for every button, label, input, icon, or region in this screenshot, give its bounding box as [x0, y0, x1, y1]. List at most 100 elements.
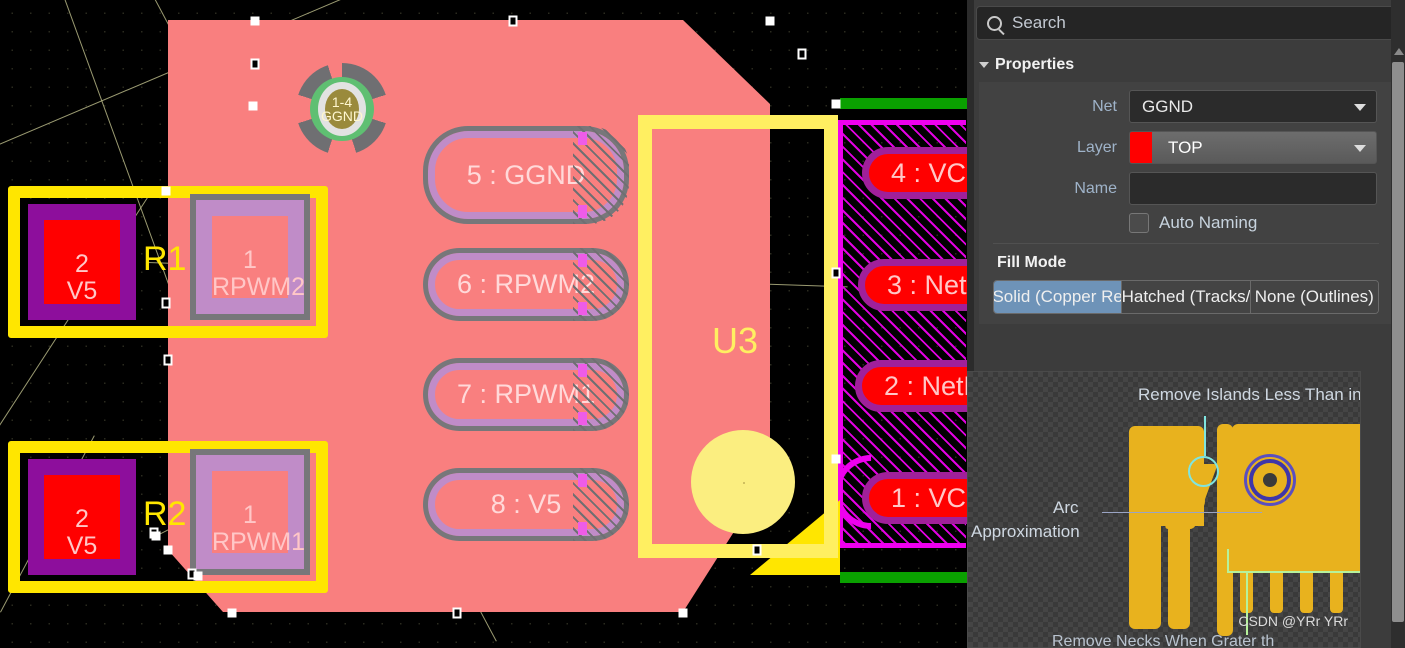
midpoint-handle[interactable]: [508, 15, 518, 27]
midpoint-handle[interactable]: [161, 297, 171, 309]
properties-panel: Search Properties Net GGND Layer TOP Nam…: [967, 0, 1405, 648]
net-label: Net: [1092, 97, 1117, 115]
pad-1[interactable]: 1 : VC: [862, 472, 967, 524]
watermark: CSDN @YRr YRr: [1238, 613, 1348, 629]
chevron-down-icon[interactable]: [1354, 145, 1366, 152]
midpoint-handle[interactable]: [163, 354, 173, 366]
u3-pad-circle[interactable]: [691, 430, 795, 534]
illus-via-hole: [1263, 473, 1277, 487]
pad-stub: [578, 522, 587, 535]
pad-6[interactable]: 6 : RPWM2: [423, 248, 629, 321]
illus-pin: [1330, 568, 1343, 613]
net-row: Net GGND: [979, 90, 1393, 123]
pad-stub: [578, 302, 587, 315]
fill-mode-none-button[interactable]: None (Outlines): [1250, 281, 1378, 313]
illus-copper-divider-bar: [1217, 424, 1233, 636]
green-trace: [840, 98, 967, 109]
midpoint-handle[interactable]: [752, 544, 762, 556]
midpoint-handle[interactable]: [452, 607, 462, 619]
pad-2[interactable]: 2 : NetR: [855, 360, 967, 412]
vertex-handle[interactable]: [227, 608, 237, 618]
illus-copper-mid-strip: [1168, 524, 1190, 629]
via-net: GGND: [321, 108, 363, 124]
pad-7[interactable]: 7 : RPWM1: [423, 358, 629, 431]
vertex-handle[interactable]: [248, 101, 258, 111]
layer-label: Layer: [1076, 138, 1117, 156]
fill-mode-solid-button[interactable]: Solid (Copper Re: [994, 281, 1123, 313]
pad-label: 7 : RPWM1: [456, 379, 596, 409]
net-select[interactable]: GGND: [1129, 90, 1377, 123]
pad-stub: [578, 474, 587, 487]
name-field[interactable]: [1129, 172, 1377, 205]
pad-4[interactable]: 4 : VC: [862, 147, 967, 199]
search-area: Search: [967, 0, 1405, 40]
vertex-handle[interactable]: [163, 545, 173, 555]
vertex-handle[interactable]: [161, 186, 171, 196]
auto-naming-label: Auto Naming: [1159, 213, 1258, 232]
arc-approximation-annotation-line2: Approximation: [971, 522, 1080, 541]
pad-number: 2: [75, 505, 89, 533]
vertex-handle[interactable]: [831, 99, 841, 109]
fill-mode-hatched-button[interactable]: Hatched (Tracks/: [1122, 281, 1251, 313]
illus-green-outline: [1227, 549, 1360, 573]
layer-row: Layer TOP: [979, 131, 1393, 164]
scroll-up-icon[interactable]: [1394, 48, 1404, 55]
chevron-down-icon[interactable]: [979, 62, 989, 68]
illus-pin: [1300, 568, 1313, 613]
auto-naming-row[interactable]: Auto Naming: [979, 213, 1393, 233]
properties-section-header[interactable]: Properties: [967, 40, 1405, 82]
thermal-via-ggnd[interactable]: 1-4 GGND: [296, 63, 388, 155]
illus-copper-left-lower: [1129, 524, 1161, 629]
green-trace: [840, 572, 967, 583]
r2-pad-2[interactable]: 2 V5: [28, 459, 136, 575]
pad-8[interactable]: 8 : V5: [423, 468, 629, 541]
auto-naming-checkbox[interactable]: [1129, 213, 1149, 233]
layer-color-swatch: [1130, 132, 1152, 163]
properties-title: Properties: [995, 56, 1075, 73]
midpoint-handle[interactable]: [831, 267, 841, 279]
pad-label: 5 : GGND: [466, 159, 586, 190]
illus-arc-leader: [1102, 512, 1262, 513]
pad-label: 6 : RPWM2: [456, 269, 596, 299]
vertex-handle[interactable]: [765, 16, 775, 26]
r1-pad-2[interactable]: 2 V5: [28, 204, 136, 320]
scrollbar-thumb[interactable]: [1392, 62, 1404, 622]
vertex-handle[interactable]: [678, 608, 688, 618]
midpoint-handle[interactable]: [797, 48, 807, 60]
r1-pad-1[interactable]: 1 RPWM2: [190, 194, 310, 320]
pad-3[interactable]: 3 : NetR: [858, 259, 967, 311]
pad-net: V5: [66, 277, 98, 305]
pad-stub: [578, 364, 587, 377]
vertex-handle[interactable]: [151, 531, 161, 541]
pad-number: 1: [243, 501, 257, 529]
remove-islands-annotation: Remove Islands Less Than in: [1138, 385, 1361, 404]
name-row: Name: [979, 172, 1393, 205]
arc-approximation-annotation-line1: Arc: [1053, 498, 1079, 517]
layer-field[interactable]: TOP: [1129, 131, 1377, 164]
properties-card: Net GGND Layer TOP Name Auto Naming Fill…: [979, 82, 1393, 324]
pad-stub: [578, 132, 587, 145]
midpoint-handle[interactable]: [250, 58, 260, 70]
search-bar[interactable]: Search: [976, 6, 1396, 40]
vertex-handle[interactable]: [193, 571, 203, 581]
illus-island-circle: [1188, 456, 1219, 487]
chevron-down-icon[interactable]: [1354, 104, 1366, 111]
via-label: 1-4 GGND: [296, 63, 388, 155]
vertex-handle[interactable]: [250, 16, 260, 26]
pcb-canvas[interactable]: 4 : VC 3 : NetR 2 : NetR 1 : VC 5 : GGND…: [0, 0, 967, 648]
r2-pad-1[interactable]: 1 RPWM1: [190, 449, 310, 575]
pad-5[interactable]: 5 : GGND: [423, 126, 629, 224]
fill-mode-segmented-control[interactable]: Solid (Copper Re Hatched (Tracks/ None (…: [993, 280, 1379, 314]
name-input[interactable]: [1129, 172, 1377, 205]
illus-island-arrow: [1204, 416, 1206, 456]
net-field[interactable]: GGND: [1129, 90, 1377, 123]
pad-net: RPWM2: [212, 273, 306, 301]
vertex-handle[interactable]: [831, 454, 841, 464]
illus-island-small: [1181, 489, 1205, 513]
via-pin: 1-4: [331, 94, 353, 110]
pad-stub: [578, 412, 587, 425]
panel-scrollbar[interactable]: [1391, 0, 1405, 648]
search-input[interactable]: Search: [1012, 13, 1066, 33]
layer-select[interactable]: TOP: [1129, 131, 1377, 164]
fill-mode-illustration: Remove Islands Less Than in Arc Approxim…: [967, 371, 1361, 648]
